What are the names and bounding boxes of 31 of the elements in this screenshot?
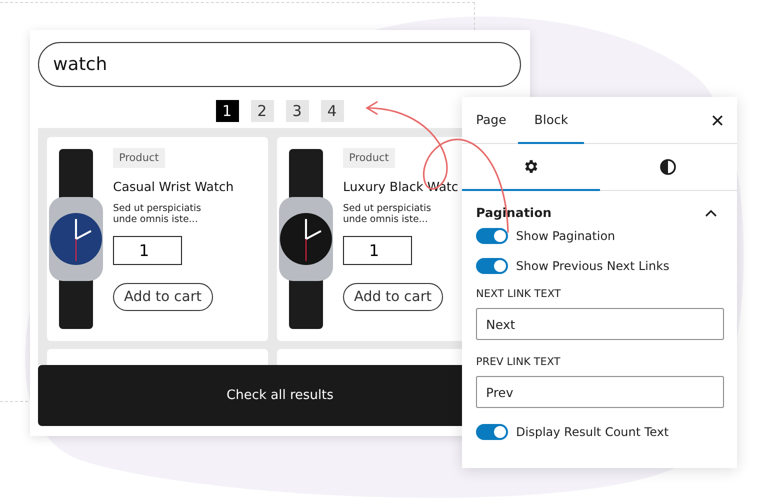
- product-title[interactable]: Casual Wrist Watch: [113, 178, 234, 194]
- quantity-field[interactable]: 1: [113, 236, 182, 265]
- field-label: PREV LINK TEXT: [476, 356, 562, 368]
- product-excerpt: Sed ut perspiciatis unde omnis iste...: [343, 202, 432, 225]
- toggle-switch[interactable]: [476, 258, 508, 274]
- page-button[interactable]: 3: [286, 100, 308, 122]
- chevron-icon[interactable]: [705, 208, 717, 216]
- search-field[interactable]: watch: [38, 42, 521, 87]
- field-label: NEXT LINK TEXT: [476, 288, 562, 300]
- add-to-cart-button[interactable]: Add to cart: [343, 282, 443, 311]
- panel-tab[interactable]: Block: [518, 97, 584, 144]
- toggle-switch[interactable]: [476, 228, 508, 244]
- page-button[interactable]: 1: [216, 100, 238, 122]
- check-results-button[interactable]: Check all results: [38, 365, 462, 426]
- text-field[interactable]: Prev: [476, 376, 724, 408]
- text-field[interactable]: Next: [476, 308, 724, 340]
- settings-icon: [522, 158, 540, 175]
- toggle-label: Display Result Count Text: [516, 425, 669, 439]
- product-excerpt: Sed ut perspiciatis unde omnis iste...: [113, 202, 202, 225]
- page-button[interactable]: 4: [320, 100, 344, 122]
- panel-tab[interactable]: Page: [464, 97, 518, 144]
- quantity-field[interactable]: 1: [343, 236, 412, 265]
- toggle-label: Show Previous Next Links: [516, 259, 670, 273]
- page-button[interactable]: 2: [250, 100, 274, 122]
- contrast-icon: [660, 158, 676, 174]
- toggle-switch[interactable]: [476, 424, 508, 440]
- close-icon[interactable]: [712, 114, 723, 126]
- category-tag: Product: [343, 148, 395, 168]
- add-to-cart-button[interactable]: Add to cart: [113, 282, 213, 311]
- toggle-label: Show Pagination: [516, 229, 616, 243]
- category-tag: Product: [113, 148, 165, 168]
